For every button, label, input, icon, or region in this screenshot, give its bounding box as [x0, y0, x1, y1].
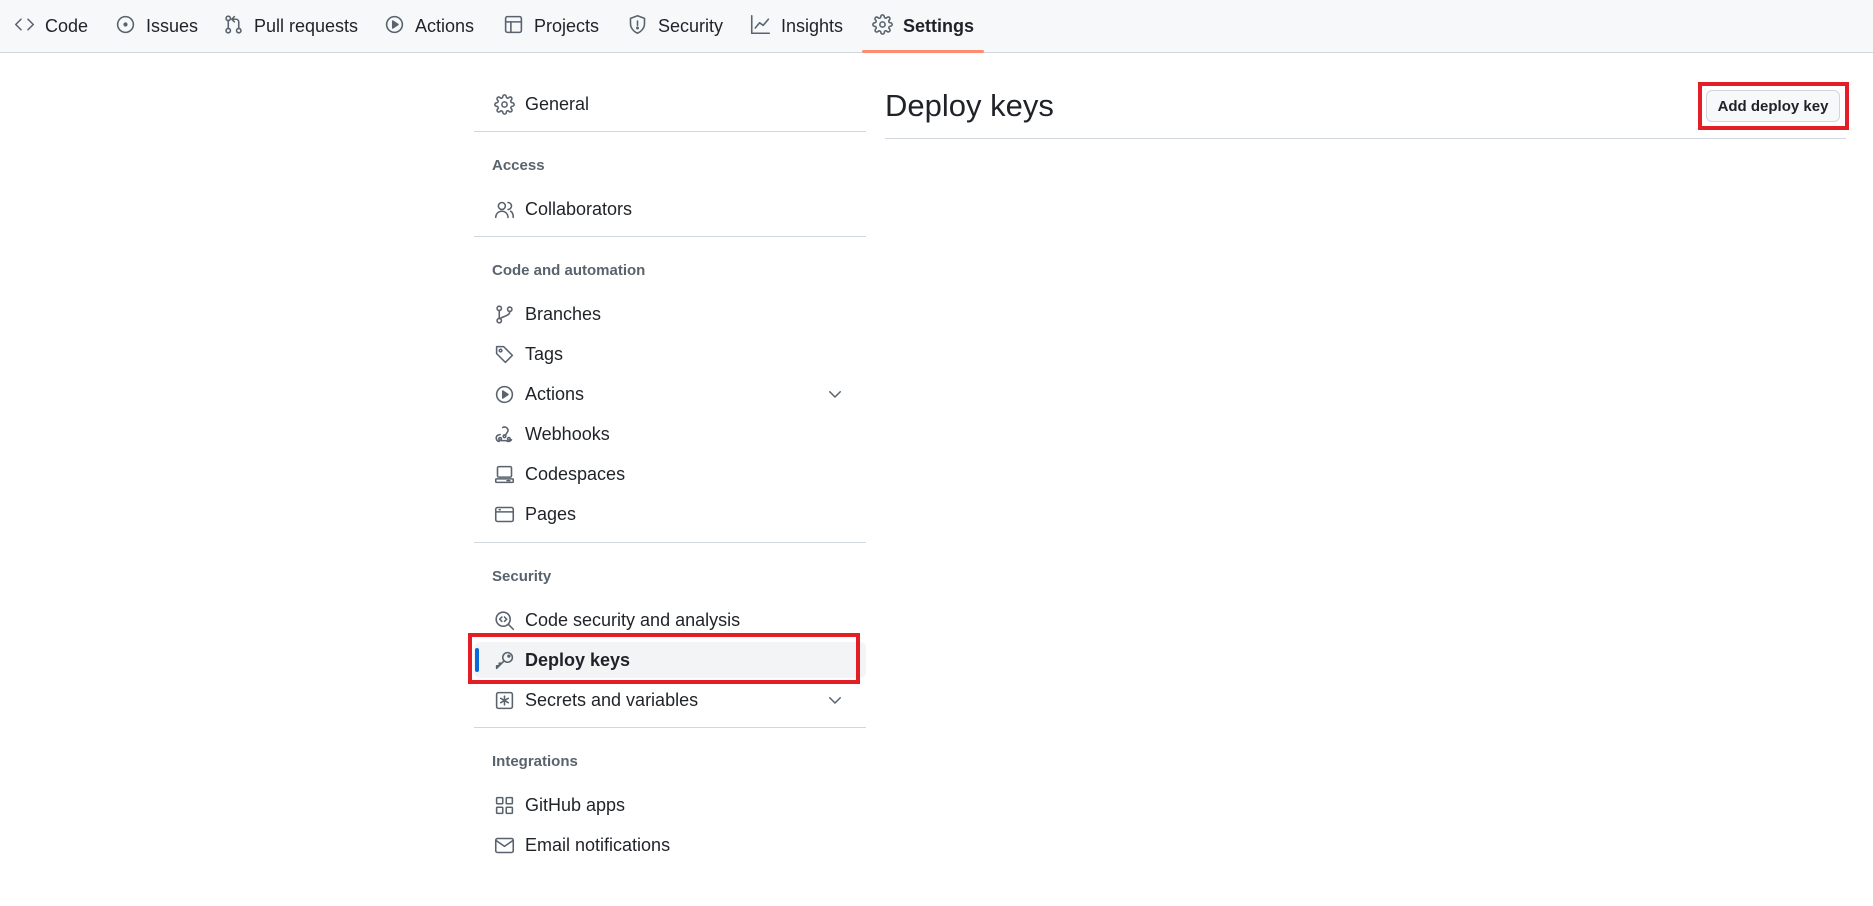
- tab-projects-label: Projects: [534, 16, 600, 36]
- page-title: Deploy keys: [885, 88, 1054, 123]
- webhook-icon: [494, 424, 515, 445]
- tab-pull-requests[interactable]: Pull requests: [223, 0, 358, 53]
- graph-icon: [750, 14, 771, 40]
- issue-opened-icon: [115, 14, 136, 40]
- sidebar-item-secrets-variables[interactable]: Secrets and variables: [474, 682, 866, 718]
- section-heading-security: Security: [492, 568, 552, 585]
- tab-insights[interactable]: Insights: [750, 0, 843, 53]
- tab-projects[interactable]: Projects: [503, 0, 599, 53]
- codespaces-icon: [494, 464, 515, 485]
- sidebar-divider: [474, 542, 866, 543]
- sidebar-item-collaborators[interactable]: Collaborators: [474, 191, 866, 227]
- play-icon: [384, 14, 405, 40]
- key-icon: [494, 650, 515, 671]
- git-branch-icon: [494, 304, 515, 325]
- section-heading-integrations: Integrations: [492, 753, 578, 770]
- sidebar-divider: [474, 727, 866, 728]
- tab-code-label: Code: [45, 16, 89, 36]
- tab-pull-requests-label: Pull requests: [254, 16, 359, 36]
- git-pull-request-icon: [223, 14, 244, 40]
- title-divider: [885, 138, 1846, 139]
- sidebar-item-label: Email notifications: [525, 835, 671, 855]
- mail-icon: [494, 835, 515, 856]
- tab-actions[interactable]: Actions: [384, 0, 474, 53]
- shield-icon: [627, 14, 648, 40]
- sidebar-item-label: Codespaces: [525, 464, 626, 484]
- sidebar-item-label: General: [525, 94, 590, 114]
- section-heading-access: Access: [492, 157, 545, 174]
- codescan-icon: [494, 610, 515, 631]
- sidebar-item-label: Branches: [525, 304, 602, 324]
- sidebar-item-label: Secrets and variables: [525, 690, 699, 710]
- sidebar-item-github-apps[interactable]: GitHub apps: [474, 787, 866, 823]
- sidebar-item-general[interactable]: General: [474, 86, 866, 122]
- sidebar-item-label: Code security and analysis: [525, 610, 741, 630]
- browser-icon: [494, 504, 515, 525]
- chevron-down-icon[interactable]: [826, 385, 844, 403]
- tab-insights-label: Insights: [781, 16, 844, 36]
- add-deploy-key-button[interactable]: Add deploy key: [1706, 90, 1840, 122]
- sidebar-divider: [474, 131, 866, 132]
- sidebar-item-pages[interactable]: Pages: [474, 496, 866, 532]
- code-icon: [14, 14, 35, 40]
- sidebar-item-email-notifications[interactable]: Email notifications: [474, 827, 866, 863]
- people-icon: [494, 199, 515, 220]
- sidebar-item-label: Actions: [525, 384, 585, 404]
- repo-nav-bar: Code Issues Pull requests Actions Projec…: [0, 0, 1873, 53]
- sidebar-item-tags[interactable]: Tags: [474, 336, 866, 372]
- sidebar-divider: [474, 236, 866, 237]
- sidebar-item-actions[interactable]: Actions: [474, 376, 866, 412]
- asterisk-icon: [494, 690, 515, 711]
- chevron-down-icon[interactable]: [826, 691, 844, 709]
- table-icon: [503, 14, 524, 40]
- tab-security-label: Security: [658, 16, 724, 36]
- sidebar-item-branches[interactable]: Branches: [474, 296, 866, 332]
- sidebar-item-label: Pages: [525, 504, 577, 524]
- gear-icon: [494, 94, 515, 115]
- sidebar-item-label: GitHub apps: [525, 795, 626, 815]
- tab-issues[interactable]: Issues: [115, 0, 198, 53]
- tab-actions-label: Actions: [415, 16, 475, 36]
- sidebar-item-deploy-keys[interactable]: Deploy keys: [474, 642, 866, 678]
- play-icon: [494, 384, 515, 405]
- gear-icon: [872, 13, 893, 40]
- apps-icon: [494, 795, 515, 816]
- section-heading-code-automation: Code and automation: [492, 262, 646, 279]
- sidebar-item-label: Collaborators: [525, 199, 633, 219]
- tag-icon: [494, 344, 515, 365]
- tab-settings[interactable]: Settings: [861, 0, 985, 53]
- tab-issues-label: Issues: [146, 16, 199, 36]
- sidebar-item-codespaces[interactable]: Codespaces: [474, 456, 866, 492]
- sidebar-item-label: Webhooks: [525, 424, 610, 444]
- tab-security[interactable]: Security: [627, 0, 723, 53]
- sidebar-item-label: Deploy keys: [525, 650, 631, 670]
- sidebar-item-webhooks[interactable]: Webhooks: [474, 416, 866, 452]
- tab-settings-label: Settings: [903, 16, 975, 36]
- tab-code[interactable]: Code: [14, 0, 88, 53]
- sidebar-item-code-security[interactable]: Code security and analysis: [474, 602, 866, 638]
- sidebar-item-label: Tags: [525, 344, 564, 364]
